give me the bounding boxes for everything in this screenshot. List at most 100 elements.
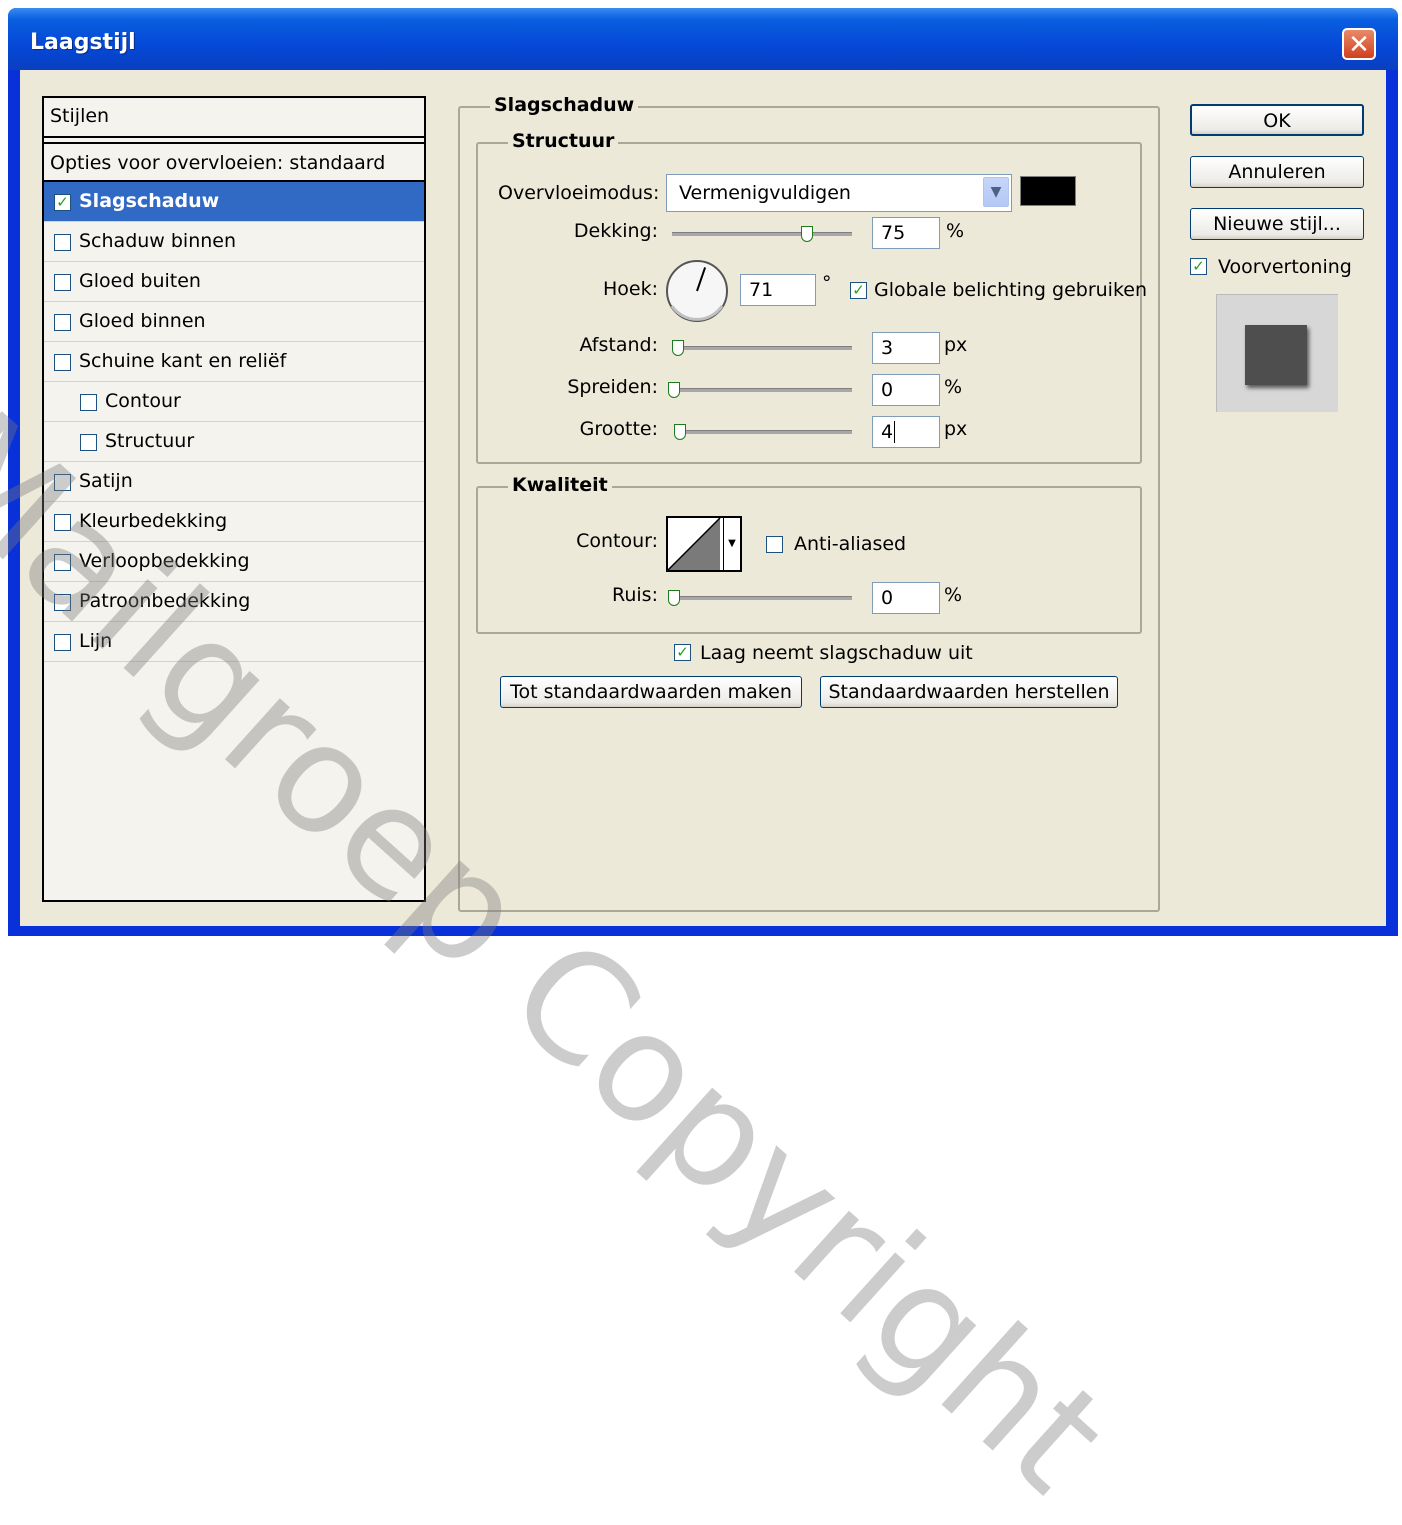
noise-input[interactable]: 0 [872,582,940,614]
size-slider-track[interactable] [680,430,852,434]
chevron-down-icon: ▼ [983,177,1009,207]
style-item[interactable]: Satijn [44,462,424,502]
contour-preview-icon [668,518,721,570]
styles-list: Stijlen Opties voor overvloeien: standaa… [42,96,426,902]
distance-slider-thumb[interactable] [672,340,684,356]
spread-input[interactable]: 0 [872,374,940,406]
style-item-checkbox[interactable] [54,234,71,251]
style-item[interactable]: Schuine kant en reliëf [44,342,424,382]
size-label: Grootte: [579,418,658,440]
preview-label[interactable]: Voorvertoning [1218,256,1352,278]
style-item-label: Verloopbedekking [79,550,250,572]
style-item[interactable]: Patroonbedekking [44,582,424,622]
quality-title: Kwaliteit [508,474,612,496]
preview-checkbox[interactable]: ✓ [1190,258,1207,275]
size-value: 4 [881,421,894,443]
style-item-label: Schuine kant en reliëf [79,350,287,372]
style-item[interactable]: ✓ Slagschaduw [44,182,424,222]
structure-title: Structuur [508,130,619,152]
style-item-checkbox[interactable]: ✓ [54,194,71,211]
dialog-client: Stijlen Opties voor overvloeien: standaa… [20,70,1386,926]
style-item-checkbox[interactable] [80,394,97,411]
knockout-checkbox[interactable]: ✓ [674,644,691,661]
styles-header[interactable]: Stijlen [44,98,424,138]
drop-shadow-group: Slagschaduw Structuur Overvloeimodus: Ve… [458,94,1160,912]
opacity-slider-thumb[interactable] [801,226,813,242]
close-button[interactable]: ✕ [1342,28,1376,60]
style-item[interactable]: Gloed binnen [44,302,424,342]
angle-input[interactable]: 71 [740,274,816,306]
style-item[interactable]: Lijn [44,622,424,662]
style-item-label: Lijn [79,630,113,652]
style-item-checkbox[interactable] [80,434,97,451]
opacity-label: Dekking: [573,220,658,242]
window-title: Laagstijl [30,30,136,55]
close-icon: ✕ [1348,30,1370,60]
noise-slider-thumb[interactable] [668,590,680,606]
quality-group: Kwaliteit Contour: ▼ Anti-aliased Ruis: … [476,474,1142,634]
style-item-checkbox[interactable] [54,594,71,611]
blend-mode-label: Overvloeimodus: [498,182,660,204]
cancel-button[interactable]: Annuleren [1190,156,1364,188]
spread-label: Spreiden: [567,376,658,398]
angle-unit: ° [822,272,832,294]
angle-dial[interactable] [664,258,730,324]
distance-slider-track[interactable] [678,346,852,350]
anti-aliased-label[interactable]: Anti-aliased [794,533,906,555]
style-item-label: Gloed binnen [79,310,206,332]
ok-button[interactable]: OK [1190,104,1364,136]
style-item-checkbox[interactable] [54,274,71,291]
distance-label: Afstand: [579,334,658,356]
style-item[interactable]: Kleurbedekking [44,502,424,542]
style-item[interactable]: Schaduw binnen [44,222,424,262]
knockout-label[interactable]: Laag neemt slagschaduw uit [700,642,973,664]
anti-aliased-checkbox[interactable] [766,536,783,553]
noise-slider-track[interactable] [674,596,852,600]
style-item-checkbox[interactable] [54,634,71,651]
blending-options-item[interactable]: Opties voor overvloeien: standaard [44,142,424,182]
blend-mode-value: Vermenigvuldigen [679,182,851,204]
make-default-button[interactable]: Tot standaardwaarden maken [500,676,802,708]
style-item[interactable]: Structuur [44,422,424,462]
style-item-checkbox[interactable] [54,554,71,571]
spread-slider-thumb[interactable] [668,382,680,398]
style-item[interactable]: Contour [44,382,424,422]
spread-slider-track[interactable] [674,388,852,392]
style-item-label: Contour [105,390,181,412]
global-light-label[interactable]: Globale belichting gebruiken [874,279,1147,301]
size-slider-thumb[interactable] [674,424,686,440]
reset-default-button[interactable]: Standaardwaarden herstellen [820,676,1118,708]
shadow-color-swatch[interactable] [1020,176,1076,206]
structure-group: Structuur Overvloeimodus: Vermenigvuldig… [476,130,1147,464]
drop-shadow-title: Slagschaduw [490,94,639,116]
contour-label: Contour: [576,530,658,552]
style-item-label: Patroonbedekking [79,590,251,612]
style-item-checkbox[interactable] [54,314,71,331]
style-preview-thumbnail [1216,294,1338,412]
contour-picker[interactable]: ▼ [666,516,742,572]
new-style-button[interactable]: Nieuwe stijl... [1190,208,1364,240]
style-item[interactable]: Verloopbedekking [44,542,424,582]
preview-square [1245,325,1307,385]
style-item-checkbox[interactable] [54,514,71,531]
opacity-input[interactable]: 75 [872,217,940,249]
global-light-checkbox[interactable]: ✓ [850,282,867,299]
blend-mode-select[interactable]: Vermenigvuldigen ▼ [666,174,1012,212]
opacity-slider-track[interactable] [672,232,852,236]
noise-unit: % [944,584,963,606]
style-item-checkbox[interactable] [54,474,71,491]
size-input[interactable]: 4 [872,416,940,448]
contour-dropdown-icon[interactable]: ▼ [723,518,740,570]
distance-unit: px [944,334,968,356]
title-bar[interactable]: Laagstijl ✕ [8,8,1398,70]
style-item-label: Slagschaduw [79,190,220,212]
opacity-unit: % [946,220,965,242]
style-item-checkbox[interactable] [54,354,71,371]
style-item-label: Satijn [79,470,133,492]
style-item-label: Structuur [105,430,195,452]
distance-input[interactable]: 3 [872,332,940,364]
style-item-label: Schaduw binnen [79,230,237,252]
size-unit: px [944,418,968,440]
style-item-label: Kleurbedekking [79,510,228,532]
style-item[interactable]: Gloed buiten [44,262,424,302]
